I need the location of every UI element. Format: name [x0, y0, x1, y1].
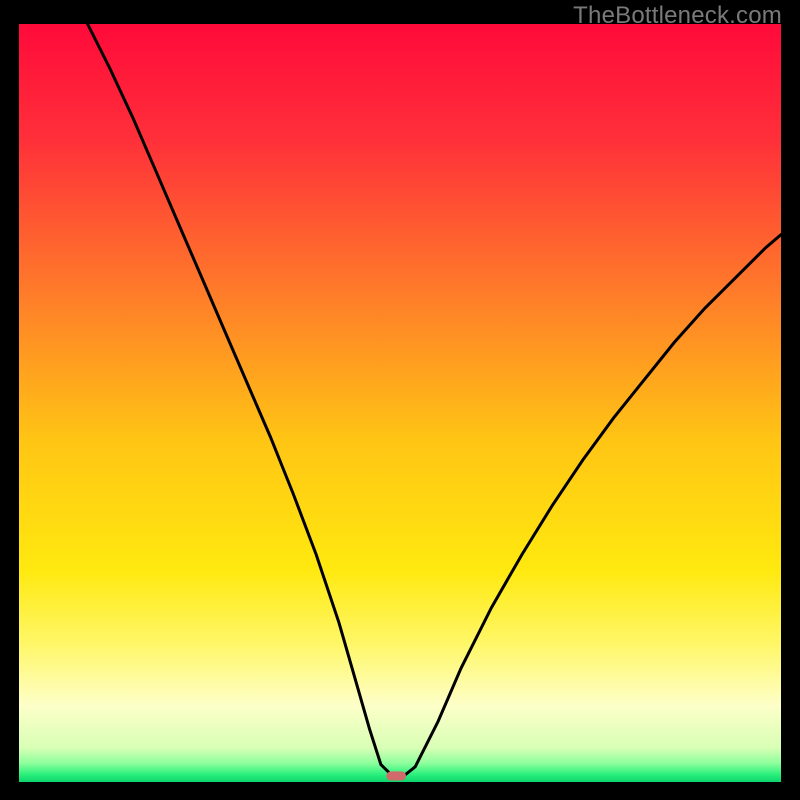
watermark-text: TheBottleneck.com [573, 2, 782, 30]
chart-frame: TheBottleneck.com [0, 0, 800, 800]
bottleneck-chart [19, 24, 781, 782]
chart-background [19, 24, 781, 782]
optimal-marker [386, 771, 406, 780]
